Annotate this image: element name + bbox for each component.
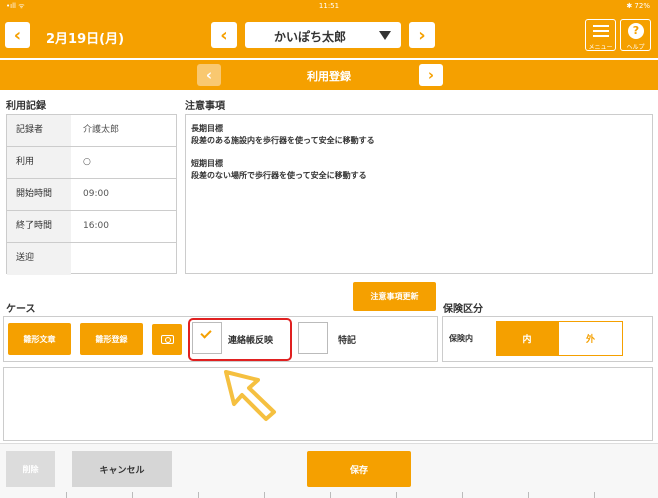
template-text-button[interactable]: 雛形文章 (8, 323, 71, 355)
usage-record-table: 記録者 介護太郎 利用 ○ 開始時間 09:00 終了時間 16:00 送迎 (6, 114, 177, 275)
template-register-button[interactable]: 雛形登録 (80, 323, 143, 355)
record-key: 終了時間 (7, 211, 71, 242)
user-select[interactable]: かいぽち太郎 (245, 22, 401, 48)
sub-header: ‹ 利用登録 › (0, 60, 658, 90)
chevron-left-icon: ‹ (220, 24, 228, 46)
short-term-goal-text: 段差のない場所で歩行器を使って安全に移動する (191, 171, 367, 180)
insurance-title: 保険区分 (443, 304, 483, 315)
usage-record-title: 利用記録 (6, 101, 46, 112)
help-button[interactable]: ? ヘルプ (620, 19, 651, 51)
record-row-start-time[interactable]: 開始時間 09:00 (7, 179, 176, 211)
user-name: かいぽち太郎 (273, 30, 346, 44)
record-key: 開始時間 (7, 179, 71, 210)
delete-button[interactable]: 削除 (6, 451, 55, 487)
next-user-button[interactable]: › (409, 22, 435, 48)
app-header: ‹ 2月19日(月) ‹ かいぽち太郎 › メニュー ? ヘルプ (0, 14, 658, 58)
checkmark-icon (200, 327, 212, 339)
record-value: 16:00 (83, 221, 109, 231)
menu-button[interactable]: メニュー (585, 19, 616, 51)
long-term-goal-text: 段差のある施設内を歩行器を使って安全に移動する (191, 136, 375, 145)
insurance-option-in[interactable]: 内 (496, 321, 558, 356)
menu-label: メニュー (588, 44, 613, 51)
record-row-recorder[interactable]: 記録者 介護太郎 (7, 115, 176, 147)
short-term-goal-heading: 短期目標 (191, 159, 223, 168)
caret-down-icon (379, 31, 391, 40)
camera-icon (160, 335, 174, 344)
record-row-usage[interactable]: 利用 ○ (7, 147, 176, 179)
record-key: 記録者 (7, 115, 71, 146)
record-value: 09:00 (83, 189, 109, 199)
renraku-label: 連絡帳反映 (228, 336, 274, 346)
save-button[interactable]: 保存 (307, 451, 411, 487)
record-key: 利用 (7, 147, 71, 178)
tokki-checkbox[interactable] (298, 322, 328, 354)
long-term-goal-heading: 長期目標 (191, 124, 223, 133)
record-key: 送迎 (7, 243, 71, 275)
pointer-arrow-icon (224, 370, 276, 421)
help-label: ヘルプ (626, 44, 645, 51)
notes-update-button[interactable]: 注意事項更新 (353, 282, 436, 311)
record-row-transport[interactable]: 送迎 (7, 243, 176, 275)
date-label: 2月19日(月) (46, 32, 125, 47)
back-button[interactable]: ‹ (5, 22, 30, 48)
previous-user-button[interactable]: ‹ (211, 22, 237, 48)
notes-title: 注意事項 (185, 101, 225, 112)
insurance-label: 保険内 (449, 334, 473, 343)
question-icon: ? (628, 23, 644, 39)
case-text-area[interactable] (3, 367, 653, 441)
status-bar: •ıll ᯤ 11:51 ✱ 72% (0, 0, 658, 14)
bottom-tick-row (0, 492, 658, 498)
record-value: ○ (83, 157, 91, 167)
chevron-right-icon: › (427, 66, 435, 84)
notes-box: 長期目標 段差のある施設内を歩行器を使って安全に移動する 短期目標 段差のない場… (185, 114, 653, 274)
cancel-button[interactable]: キャンセル (72, 451, 172, 487)
chevron-right-icon: › (418, 24, 426, 46)
record-value: 介護太郎 (83, 125, 120, 135)
renraku-checkbox[interactable] (192, 322, 222, 354)
page-title: 利用登録 (307, 70, 351, 83)
battery-status: ✱ 72% (626, 2, 650, 10)
chevron-left-icon: ‹ (13, 24, 22, 46)
camera-button[interactable] (152, 324, 182, 355)
tokki-label: 特記 (338, 336, 357, 346)
insurance-option-out[interactable]: 外 (558, 321, 623, 356)
hamburger-icon (593, 25, 609, 40)
case-title: ケース (6, 304, 36, 315)
record-row-end-time[interactable]: 終了時間 16:00 (7, 211, 176, 243)
clock-time: 11:51 (318, 2, 340, 10)
next-page-button[interactable]: › (419, 64, 443, 86)
